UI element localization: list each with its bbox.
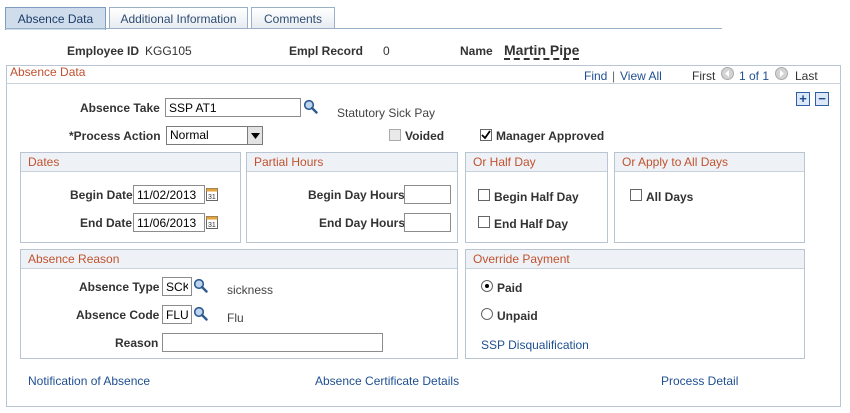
manager-approved-label: Manager Approved (496, 129, 605, 143)
tab-absence-data[interactable]: Absence Data (5, 7, 106, 30)
tab-absence-data-label: Absence Data (17, 12, 94, 26)
employee-id-value: KGG105 (145, 44, 192, 58)
paid-radio[interactable] (481, 280, 493, 292)
tab-comments[interactable]: Comments (251, 7, 335, 29)
process-action-label: *Process Action (69, 129, 161, 143)
find-link[interactable]: Find (584, 69, 607, 83)
add-row-button[interactable]: + (796, 92, 810, 106)
absence-type-label: Absence Type (79, 280, 160, 294)
empl-record-value: 0 (383, 44, 390, 58)
absence-reason-title: Absence Reason (21, 250, 457, 269)
end-date-calendar-icon[interactable]: 31 (206, 215, 218, 232)
process-action-value: Normal (170, 128, 209, 142)
absence-take-input[interactable] (165, 98, 301, 117)
end-half-day-checkbox[interactable] (478, 216, 490, 228)
begin-half-day-label: Begin Half Day (494, 190, 579, 204)
absence-code-description: Flu (227, 311, 244, 325)
all-days-title: Or Apply to All Days (615, 153, 804, 172)
process-detail-link[interactable]: Process Detail (661, 374, 738, 388)
begin-half-day-checkbox[interactable] (478, 189, 490, 201)
absence-type-description: sickness (227, 283, 274, 297)
begin-day-hours-input[interactable] (404, 185, 451, 204)
svg-text:31: 31 (208, 222, 216, 229)
nav-separator: | (612, 69, 616, 83)
absence-code-lookup-icon[interactable] (193, 306, 208, 324)
employee-id-label: Employee ID (67, 44, 140, 58)
chevron-down-icon (247, 127, 262, 144)
section-divider (6, 83, 841, 84)
all-days-box: Or Apply to All Days (614, 152, 805, 243)
voided-label: Voided (405, 129, 445, 143)
all-days-label: All Days (646, 190, 694, 204)
tab-additional-information[interactable]: Additional Information (109, 7, 248, 29)
begin-day-hours-label: Begin Day Hours (308, 188, 405, 202)
override-payment-title: Override Payment (466, 250, 804, 269)
unpaid-radio[interactable] (481, 308, 493, 320)
next-arrow-icon[interactable] (775, 67, 788, 80)
absence-take-lookup-icon[interactable] (303, 99, 318, 117)
end-day-hours-label: End Day Hours (319, 216, 406, 230)
absence-type-input[interactable] (162, 277, 192, 296)
name-label: Name (460, 44, 493, 58)
absence-take-description: Statutory Sick Pay (337, 106, 436, 120)
dates-title: Dates (21, 153, 240, 172)
ssp-disqualification-link[interactable]: SSP Disqualification (481, 338, 589, 352)
manager-approved-checkbox[interactable] (480, 129, 492, 141)
previous-arrow-icon[interactable] (721, 67, 734, 80)
first-label: First (692, 69, 716, 83)
employee-name[interactable]: Martin Pipe (504, 42, 580, 60)
end-date-input[interactable] (133, 213, 205, 232)
empl-record-label: Empl Record (289, 44, 364, 58)
all-days-checkbox[interactable] (630, 189, 642, 201)
unpaid-label: Unpaid (497, 309, 538, 323)
svg-text:31: 31 (208, 194, 216, 201)
last-label: Last (795, 69, 818, 83)
begin-date-calendar-icon[interactable]: 31 (206, 187, 218, 204)
process-action-select[interactable]: Normal (166, 126, 263, 145)
checkmark-icon (481, 130, 491, 140)
end-day-hours-input[interactable] (404, 213, 451, 232)
delete-row-button[interactable]: − (815, 92, 829, 106)
half-day-title: Or Half Day (466, 153, 607, 172)
reason-label: Reason (115, 336, 159, 350)
end-half-day-label: End Half Day (494, 217, 569, 231)
tab-divider (5, 28, 722, 29)
tab-additional-information-label: Additional Information (120, 11, 237, 26)
tab-comments-label: Comments (263, 11, 322, 26)
partial-hours-title: Partial Hours (247, 153, 457, 172)
reason-input[interactable] (162, 333, 383, 352)
begin-date-label: Begin Date (70, 188, 133, 202)
paid-label: Paid (497, 281, 523, 295)
view-all-link[interactable]: View All (620, 69, 662, 83)
page-info: 1 of 1 (739, 69, 770, 83)
end-date-label: End Date (80, 216, 133, 230)
absence-type-lookup-icon[interactable] (193, 278, 208, 296)
notification-of-absence-link[interactable]: Notification of Absence (28, 374, 150, 388)
voided-checkbox[interactable] (389, 129, 401, 141)
absence-data-title: Absence Data (10, 65, 86, 79)
absence-code-label: Absence Code (76, 308, 160, 322)
absence-take-label: Absence Take (80, 101, 160, 115)
begin-date-input[interactable] (133, 185, 205, 204)
absence-code-input[interactable] (162, 305, 192, 324)
absence-certificate-details-link[interactable]: Absence Certificate Details (315, 374, 459, 388)
